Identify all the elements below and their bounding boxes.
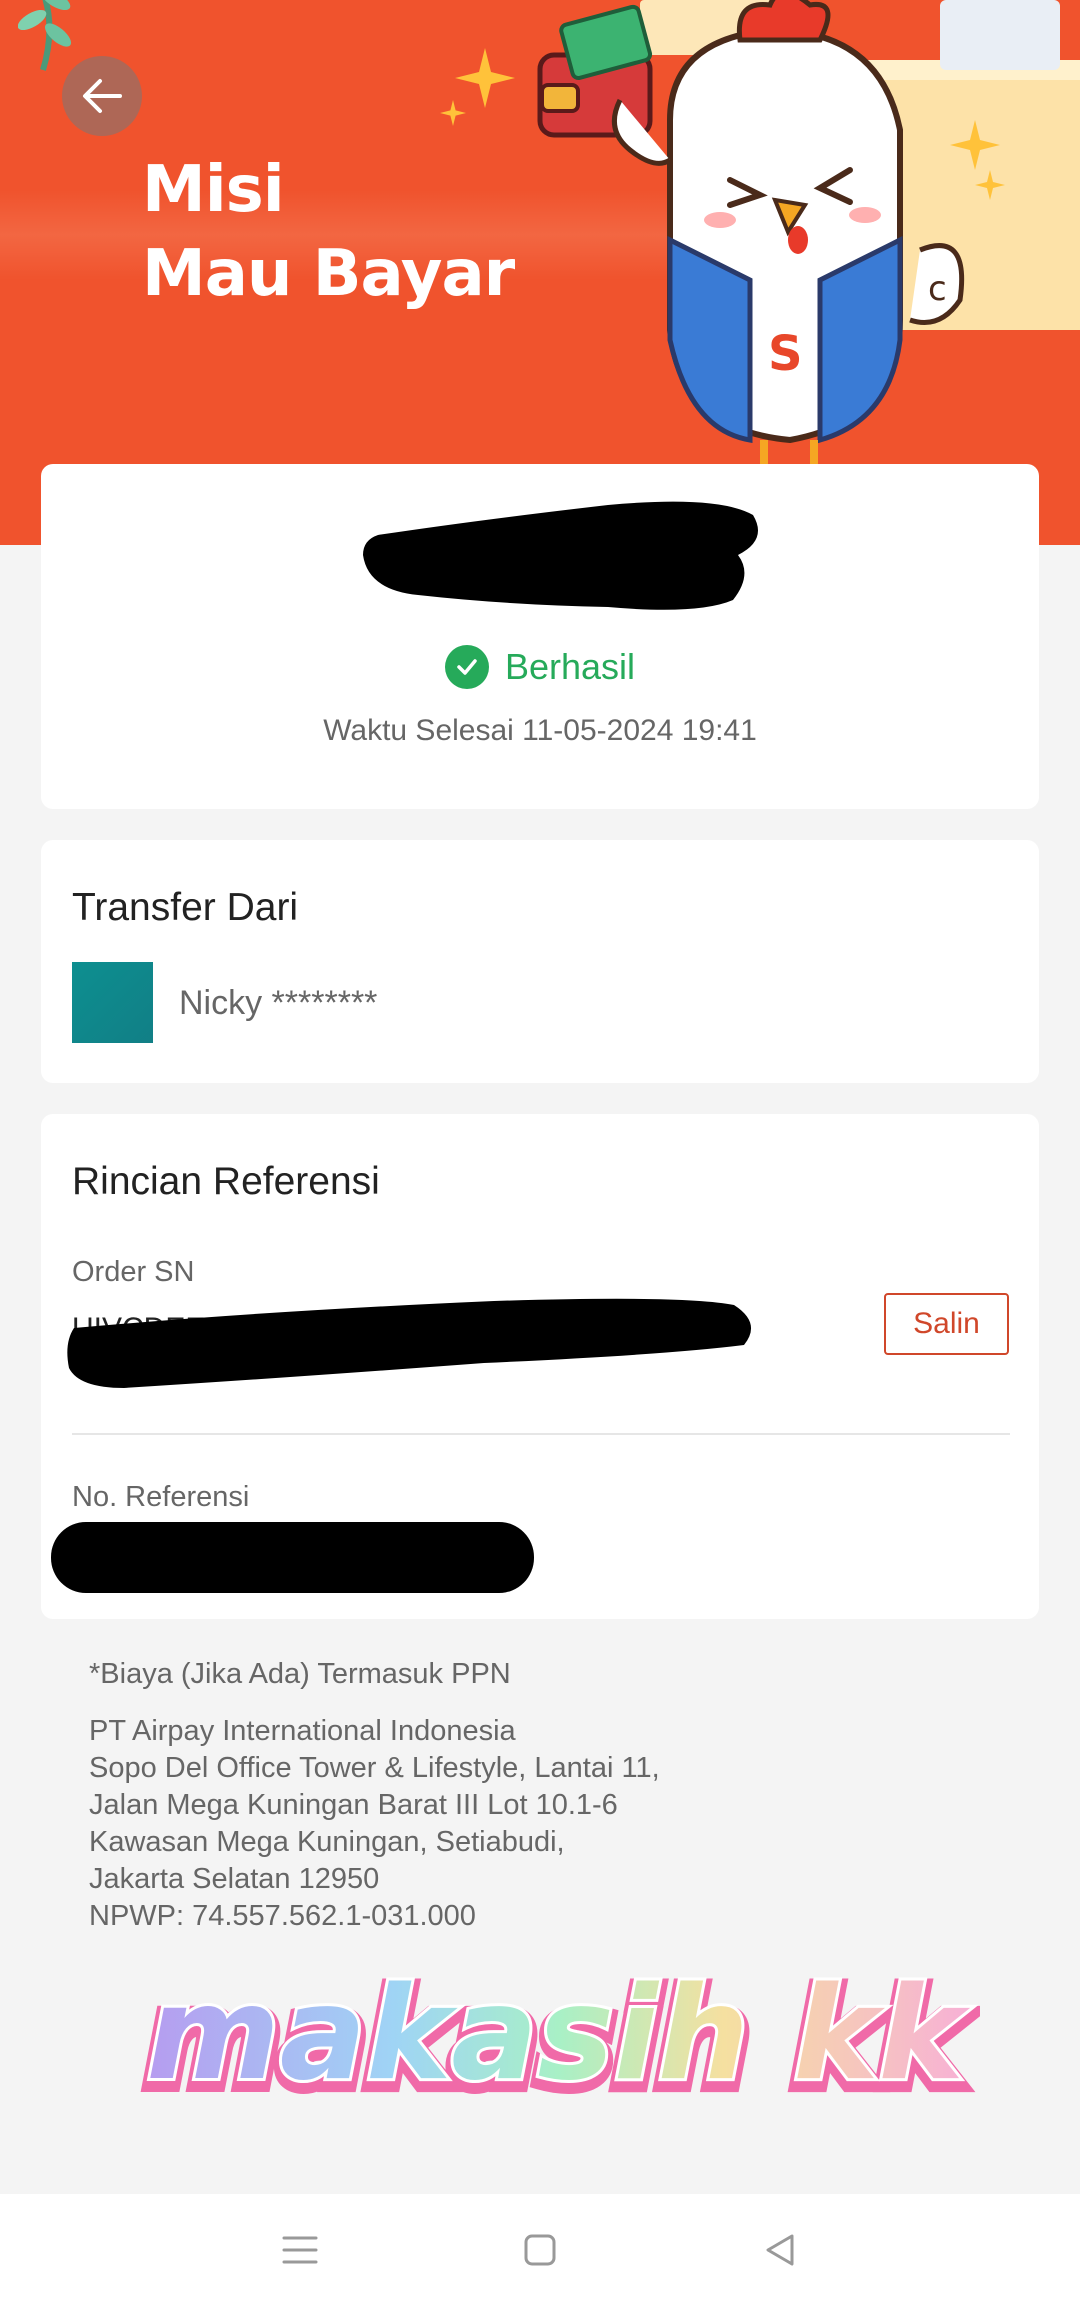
divider — [72, 1433, 1010, 1435]
mascot-chicken-illustration: S c — [537, 0, 965, 470]
company-line: Jalan Mega Kuningan Barat III Lot 10.1-6 — [89, 1789, 618, 1821]
redacted-amount — [363, 501, 758, 610]
status-text: Berhasil — [504, 646, 636, 687]
menu-icon — [282, 2236, 318, 2264]
reference-no-label: No. Referensi — [72, 1481, 250, 1513]
home-square-icon — [524, 2234, 556, 2266]
svg-text:c: c — [928, 269, 947, 309]
system-nav-bar — [0, 2194, 1080, 2306]
sticker-text: makasih kk — [146, 1960, 970, 2109]
company-line: NPWP: 74.557.562.1-031.000 — [89, 1900, 476, 1932]
nav-home-button[interactable] — [505, 2215, 575, 2285]
company-line: Kawasan Mega Kuningan, Setiabudi, — [89, 1826, 565, 1858]
transfer-from-card — [41, 840, 1039, 1083]
banner-title: Misi Mau Bayar — [142, 148, 515, 316]
redacted-reference-no — [51, 1522, 534, 1593]
svg-text:S: S — [768, 326, 803, 382]
back-triangle-icon — [766, 2234, 794, 2266]
banner-title-line1: Misi — [142, 153, 285, 227]
nav-menu-button[interactable] — [265, 2215, 335, 2285]
finish-time: Waktu Selesai 11-05-2024 19:41 — [323, 714, 757, 747]
redacted-order-sn — [67, 1298, 752, 1388]
copy-button[interactable]: Salin — [884, 1293, 1009, 1355]
bank-logo — [72, 962, 153, 1043]
check-circle-icon — [444, 645, 489, 689]
transfer-from-title: Transfer Dari — [72, 886, 299, 929]
nav-back-button[interactable] — [745, 2215, 815, 2285]
sender-name: Nicky ******** — [179, 984, 378, 1022]
sparkle-icon — [455, 48, 515, 108]
status-row: Berhasil — [0, 645, 1080, 689]
reference-title: Rincian Referensi — [72, 1160, 380, 1203]
company-info: PT Airpay International Indonesia Sopo D… — [89, 1713, 660, 1935]
back-button[interactable] — [62, 56, 142, 136]
arrow-left-icon — [83, 79, 122, 113]
company-line: PT Airpay International Indonesia — [89, 1715, 516, 1747]
fee-note: *Biaya (Jika Ada) Termasuk PPN — [89, 1658, 511, 1690]
sparkle-small-icon — [440, 100, 466, 126]
company-line: Sopo Del Office Tower & Lifestyle, Lanta… — [89, 1752, 660, 1784]
banner-title-line2: Mau Bayar — [142, 237, 515, 311]
company-line: Jakarta Selatan 12950 — [89, 1863, 380, 1895]
makasih-sticker: makasih kk makasih kk — [138, 1960, 978, 2120]
order-sn-label: Order SN — [72, 1256, 195, 1288]
